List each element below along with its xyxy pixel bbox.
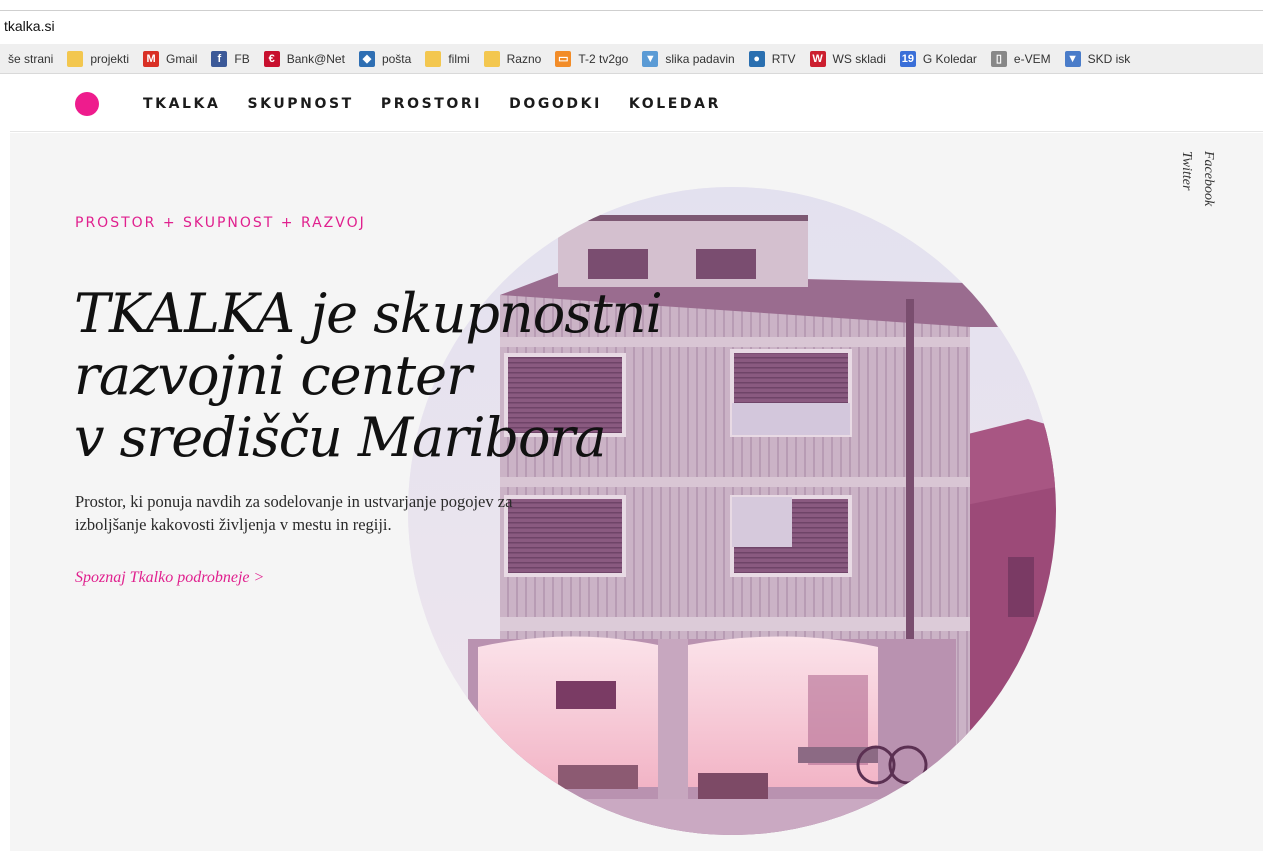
bookmark-label: projekti [90, 51, 130, 66]
bookmark-item[interactable]: ▯ e-VEM [990, 50, 1051, 67]
gmail-icon: M [143, 50, 160, 67]
bookmark-label: slika padavin [665, 51, 735, 66]
nav-item-skupnost[interactable]: SKUPNOST [247, 96, 353, 112]
learn-more-link[interactable]: Spoznaj Tkalko podrobneje > [75, 569, 264, 587]
ws-icon: W [809, 50, 826, 67]
folder-icon [425, 50, 442, 67]
bookmark-item[interactable]: W WS skladi [809, 50, 886, 67]
bookmark-label: T-2 tv2go [578, 51, 629, 66]
weather-icon: ▼ [642, 50, 659, 67]
bookmark-label: RTV [771, 51, 796, 66]
nav-item-koledar[interactable]: KOLEDAR [629, 96, 721, 112]
bookmark-item[interactable]: M Gmail [143, 50, 198, 67]
hero-description: Prostor, ki ponuja navdih za sodelovanje… [75, 492, 513, 534]
bookmark-item[interactable]: 19 G Koledar [899, 50, 977, 67]
headline-line-1: TKALKA je skupnostni [74, 282, 663, 345]
twitter-link[interactable]: Twitter [1178, 151, 1194, 190]
bookmark-item[interactable]: ▼ SKD isk [1064, 50, 1131, 67]
bookmark-label: Razno [506, 51, 542, 66]
bank-icon: € [263, 50, 280, 67]
logo-dot-icon[interactable] [75, 92, 99, 116]
nav-item-dogodki[interactable]: DOGODKI [509, 96, 602, 112]
bookmark-label: SKD isk [1087, 51, 1131, 66]
page-icon: ▯ [990, 50, 1007, 67]
bookmark-label: pošta [381, 51, 412, 66]
bookmark-item[interactable]: Razno [483, 50, 542, 67]
bookmark-item[interactable]: ● RTV [748, 50, 796, 67]
bookmark-label: Bank@Net [286, 51, 345, 66]
headline-line-3: v središču Maribora [74, 406, 607, 469]
address-bar[interactable]: tkalka.si [0, 10, 1263, 42]
bookmark-label: Gmail [166, 51, 198, 66]
hero-section: PROSTOR + SKUPNOST + RAZVOJ TKALKA je sk… [10, 133, 1263, 851]
hero-headline: TKALKA je skupnostni razvojni center v s… [74, 283, 714, 469]
main-nav: TKALKA SKUPNOST PROSTORI DOGODKI KOLEDAR [143, 96, 748, 112]
bookmark-item[interactable]: ▭ T-2 tv2go [555, 50, 629, 67]
bookmark-item[interactable]: projekti [67, 50, 130, 67]
bookmark-label: e-VEM [1013, 51, 1051, 66]
facebook-link[interactable]: Facebook [1200, 151, 1216, 206]
site-header: TKALKA SKUPNOST PROSTORI DOGODKI KOLEDAR [10, 76, 1263, 132]
bookmark-item[interactable]: f FB [211, 50, 250, 67]
nav-item-tkalka[interactable]: TKALKA [143, 96, 220, 112]
bookmark-label: WS skladi [832, 51, 886, 66]
bookmark-label: FB [234, 51, 250, 66]
folder-icon [67, 50, 84, 67]
headline-line-2: razvojni center [74, 344, 472, 407]
mail-icon: ◆ [358, 50, 375, 67]
bookmark-label: filmi [448, 51, 470, 66]
tv-icon: ▭ [555, 50, 572, 67]
hero-tagline: PROSTOR + SKUPNOST + RAZVOJ [75, 215, 366, 231]
bookmark-item[interactable]: še strani [8, 52, 53, 66]
nav-item-prostori[interactable]: PROSTORI [381, 96, 482, 112]
calendar-icon: 19 [899, 50, 916, 67]
facebook-icon: f [211, 50, 228, 67]
bookmark-label: še strani [8, 51, 54, 66]
bookmark-label: G Koledar [922, 51, 977, 66]
rtv-icon: ● [748, 50, 765, 67]
bookmark-item[interactable]: ▼ slika padavin [642, 50, 735, 67]
bookmark-item[interactable]: € Bank@Net [263, 50, 345, 67]
bookmark-item[interactable]: filmi [425, 50, 470, 67]
bookmarks-bar: še strani projekti M Gmail f FB € Bank@Net ◆ pošt… [0, 44, 1263, 74]
skd-icon: ▼ [1064, 50, 1081, 67]
url-text[interactable]: tkalka.si [4, 18, 55, 34]
bookmark-item[interactable]: ◆ pošta [358, 50, 412, 67]
folder-icon [483, 50, 500, 67]
